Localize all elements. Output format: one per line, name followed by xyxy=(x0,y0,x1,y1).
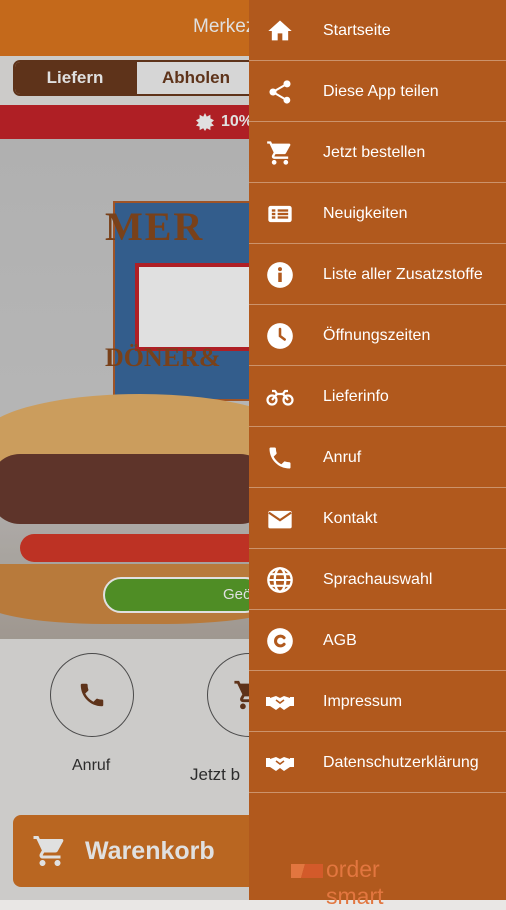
menu-item-label: Liste aller Zusatzstoffe xyxy=(323,266,483,283)
menu-item-call[interactable]: Anruf xyxy=(249,427,506,488)
brand-name: order smart xyxy=(326,856,384,909)
menu-item-label: Anruf xyxy=(323,449,362,466)
menu-item-label: AGB xyxy=(323,632,357,649)
menu-item-language[interactable]: Sprachauswahl xyxy=(249,549,506,610)
cart-icon xyxy=(266,139,294,167)
news-icon xyxy=(266,200,294,228)
phone-icon xyxy=(266,444,294,472)
menu-item-share-app[interactable]: Diese App teilen xyxy=(249,61,506,122)
navigation-drawer: Startseite Diese App teilen Jetzt bestel… xyxy=(249,0,506,909)
menu-item-terms[interactable]: AGB xyxy=(249,610,506,671)
globe-icon xyxy=(266,566,294,594)
brand-mark-icon xyxy=(291,864,323,878)
menu-item-label: Diese App teilen xyxy=(323,83,439,100)
menu-item-privacy[interactable]: Datenschutzerklärung xyxy=(249,732,506,793)
menu-item-label: Neuigkeiten xyxy=(323,205,408,222)
menu-item-delivery-info[interactable]: Lieferinfo xyxy=(249,366,506,427)
menu-item-opening-hours[interactable]: Öffnungszeiten xyxy=(249,305,506,366)
menu-item-label: Öffnungszeiten xyxy=(323,327,431,344)
home-icon xyxy=(266,17,294,45)
menu-item-news[interactable]: Neuigkeiten xyxy=(249,183,506,244)
mail-icon xyxy=(266,505,294,533)
info-icon xyxy=(266,261,294,289)
menu-item-imprint[interactable]: Impressum xyxy=(249,671,506,732)
menu-item-startseite[interactable]: Startseite xyxy=(249,0,506,61)
menu-item-label: Jetzt bestellen xyxy=(323,144,426,161)
menu-item-order-now[interactable]: Jetzt bestellen xyxy=(249,122,506,183)
handshake-icon xyxy=(266,749,294,777)
copyright-icon xyxy=(266,627,294,655)
menu-item-label: Startseite xyxy=(323,22,391,39)
share-icon xyxy=(266,78,294,106)
handshake-icon xyxy=(266,688,294,716)
menu-item-label: Datenschutzerklärung xyxy=(323,754,479,771)
clock-icon xyxy=(266,322,294,350)
menu-item-label: Impressum xyxy=(323,693,403,710)
menu-item-label: Kontakt xyxy=(323,510,378,527)
menu-item-additives[interactable]: Liste aller Zusatzstoffe xyxy=(249,244,506,305)
menu-item-label: Sprachauswahl xyxy=(323,571,433,588)
menu-item-contact[interactable]: Kontakt xyxy=(249,488,506,549)
motorcycle-icon xyxy=(266,383,294,411)
menu-item-label: Lieferinfo xyxy=(323,388,389,405)
